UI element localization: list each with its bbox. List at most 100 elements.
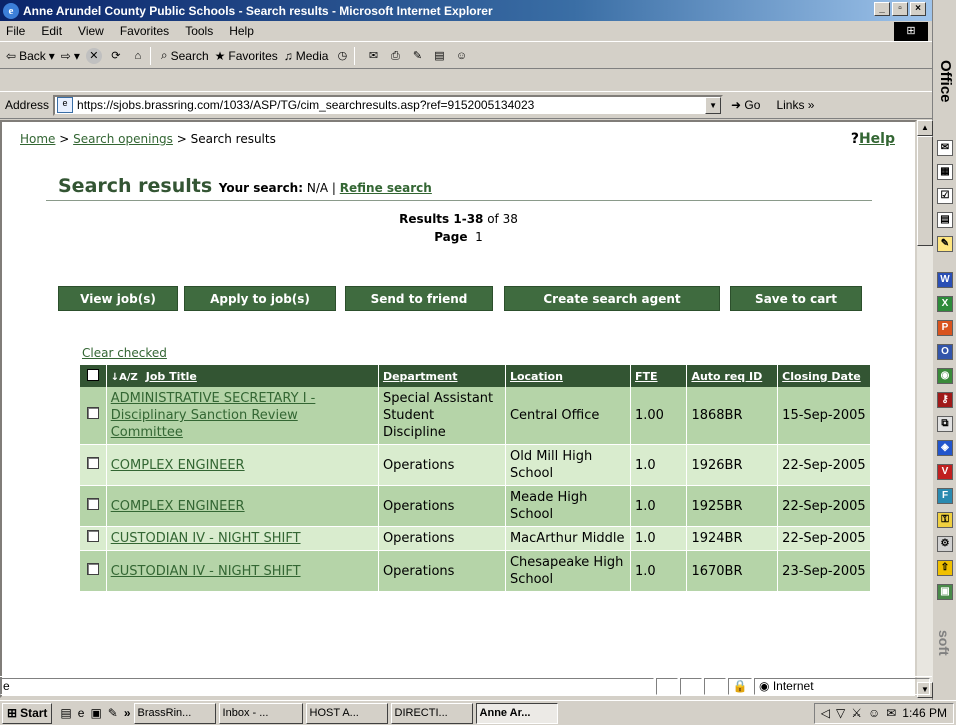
menu-view[interactable]: View: [78, 24, 104, 38]
help-bar-icon[interactable]: ⇧: [937, 560, 953, 576]
vertical-scrollbar[interactable]: ▲ ▼: [917, 120, 933, 698]
breadcrumb-home-link[interactable]: Home: [20, 132, 55, 146]
sort-icon[interactable]: ↓A/Z: [111, 372, 138, 383]
network-tray-icon[interactable]: ▽: [836, 704, 845, 723]
menu-help[interactable]: Help: [229, 24, 254, 38]
network-icon[interactable]: ⧉: [937, 416, 953, 432]
shortcut-icon[interactable]: ▣: [937, 584, 953, 600]
view-jobs-button[interactable]: View job(s): [58, 286, 178, 311]
quicklaunch-chevron[interactable]: »: [124, 706, 131, 720]
menu-edit[interactable]: Edit: [41, 24, 62, 38]
outlook-icon[interactable]: O: [937, 344, 953, 360]
job-title-link[interactable]: ADMINISTRATIVE SECRETARY I - Disciplinar…: [111, 391, 316, 440]
refresh-icon[interactable]: ⟳: [108, 48, 124, 64]
clear-checked-link[interactable]: Clear checked: [82, 346, 167, 360]
messenger-tray-icon[interactable]: ☺: [868, 704, 880, 723]
publisher-icon[interactable]: ◉: [937, 368, 953, 384]
task-brassring[interactable]: BrassRin...: [133, 702, 216, 724]
outlook-quicklaunch-icon[interactable]: ▣: [90, 706, 101, 720]
job-title-link[interactable]: COMPLEX ENGINEER: [111, 499, 245, 514]
volume-icon[interactable]: ◁: [821, 704, 830, 723]
note-icon[interactable]: ✎: [937, 236, 953, 252]
antivirus-icon[interactable]: ⚔: [851, 704, 862, 723]
task-icon[interactable]: ☑: [937, 188, 953, 204]
job-title-link[interactable]: CUSTODIAN IV - NIGHT SHIFT: [111, 564, 301, 579]
job-title-link[interactable]: COMPLEX ENGINEER: [111, 458, 245, 473]
start-button[interactable]: ⊞ Start: [2, 702, 53, 724]
menu-tools[interactable]: Tools: [185, 24, 213, 38]
menu-favorites[interactable]: Favorites: [120, 24, 169, 38]
req-id-cell: 1670BR: [686, 550, 779, 592]
print-icon[interactable]: ⎙: [387, 48, 403, 64]
calendar-icon[interactable]: ▦: [937, 164, 953, 180]
mail-toolbar-icon[interactable]: ✉: [365, 48, 381, 64]
column-location[interactable]: Location: [510, 370, 563, 383]
table-row: COMPLEX ENGINEER Operations Old Mill Hig…: [80, 444, 871, 486]
edit-icon[interactable]: ✎: [409, 48, 425, 64]
forward-button[interactable]: ⇨ ▾: [61, 49, 80, 63]
visio-icon[interactable]: V: [937, 464, 953, 480]
frontpage-icon[interactable]: F: [937, 488, 953, 504]
breadcrumb-search-openings-link[interactable]: Search openings: [73, 132, 173, 146]
minimize-button[interactable]: _: [874, 2, 890, 16]
discuss-icon[interactable]: ▤: [431, 48, 447, 64]
mail-icon[interactable]: ✉: [937, 140, 953, 156]
task-inbox[interactable]: Inbox - ...: [218, 702, 303, 724]
forward-dropdown-icon[interactable]: ▾: [74, 49, 80, 63]
go-button[interactable]: ➜ Go: [731, 98, 760, 112]
close-button[interactable]: ×: [910, 2, 926, 16]
scroll-up-icon[interactable]: ▲: [917, 120, 933, 136]
row-checkbox[interactable]: [86, 562, 99, 575]
status-bar: e 🔒 ◉ Internet: [0, 676, 932, 696]
notes-quicklaunch-icon[interactable]: ✎: [108, 706, 118, 720]
column-job-title[interactable]: Job Title: [146, 370, 197, 383]
links-button[interactable]: Links »: [776, 98, 814, 112]
apply-to-jobs-button[interactable]: Apply to job(s): [184, 286, 336, 311]
column-closing-date[interactable]: Closing Date: [782, 370, 861, 383]
address-dropdown-icon[interactable]: ▼: [705, 96, 722, 114]
job-title-link[interactable]: CUSTODIAN IV - NIGHT SHIFT: [111, 531, 301, 546]
contact-icon[interactable]: ▤: [937, 212, 953, 228]
task-anne-arundel[interactable]: Anne Ar...: [475, 702, 558, 724]
task-directi[interactable]: DIRECTI...: [390, 702, 473, 724]
row-checkbox[interactable]: [86, 530, 99, 542]
mail-tray-icon[interactable]: ✉: [886, 704, 896, 723]
powerpoint-icon[interactable]: P: [937, 320, 953, 336]
favorites-button[interactable]: ★ Favorites: [215, 49, 278, 63]
row-checkbox[interactable]: [86, 497, 99, 510]
word-icon[interactable]: W: [937, 272, 953, 288]
create-search-agent-button[interactable]: Create search agent: [504, 286, 720, 311]
row-checkbox[interactable]: [86, 456, 99, 469]
job-results-table: ↓A/Z Job Title Department Location FTE Au…: [80, 365, 871, 592]
messenger-icon[interactable]: ☺: [453, 48, 469, 64]
back-button[interactable]: ⇦ Back ▾: [6, 49, 55, 63]
task-host[interactable]: HOST A...: [305, 702, 388, 724]
ie-quicklaunch-icon[interactable]: e: [78, 706, 85, 720]
media-button[interactable]: ♫ Media: [284, 49, 329, 63]
address-field[interactable]: e https://sjobs.brassring.com/1033/ASP/T…: [53, 94, 724, 116]
menu-file[interactable]: File: [6, 24, 25, 38]
stop-icon[interactable]: ✕: [85, 47, 102, 64]
help-link[interactable]: Help: [859, 131, 895, 147]
column-department[interactable]: Department: [383, 370, 458, 383]
column-auto-req-id[interactable]: Auto req ID: [691, 370, 762, 383]
gear-icon[interactable]: ⚙: [937, 536, 953, 552]
save-to-cart-button[interactable]: Save to cart: [730, 286, 862, 311]
show-desktop-icon[interactable]: ▤: [60, 706, 71, 720]
send-to-friend-button[interactable]: Send to friend: [345, 286, 493, 311]
history-icon[interactable]: ◷: [334, 48, 350, 64]
key-icon[interactable]: ⚿: [937, 512, 953, 528]
select-all-checkbox[interactable]: [86, 368, 99, 381]
search-button[interactable]: ⌕ Search: [161, 48, 209, 63]
column-fte[interactable]: FTE: [635, 370, 658, 383]
home-icon[interactable]: ⌂: [130, 48, 146, 64]
maximize-button[interactable]: ▫: [892, 2, 908, 16]
excel-icon[interactable]: X: [937, 296, 953, 312]
scroll-thumb[interactable]: [917, 136, 933, 246]
address-url[interactable]: https://sjobs.brassring.com/1033/ASP/TG/…: [77, 98, 534, 112]
refine-search-link[interactable]: Refine search: [340, 181, 432, 195]
project-icon[interactable]: ◈: [937, 440, 953, 456]
row-checkbox[interactable]: [86, 407, 99, 419]
back-dropdown-icon[interactable]: ▾: [49, 49, 55, 63]
access-icon[interactable]: ⚷: [937, 392, 953, 408]
